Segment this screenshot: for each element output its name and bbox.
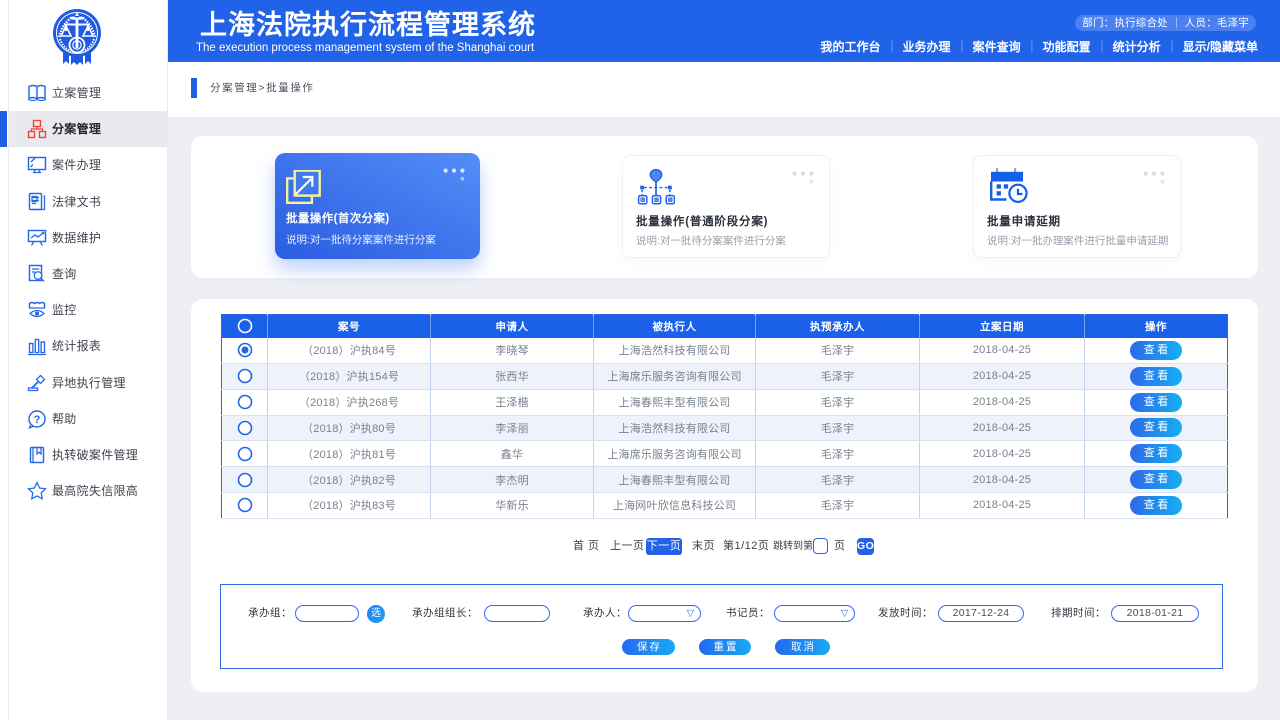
svg-text:?: ? [34,414,41,426]
